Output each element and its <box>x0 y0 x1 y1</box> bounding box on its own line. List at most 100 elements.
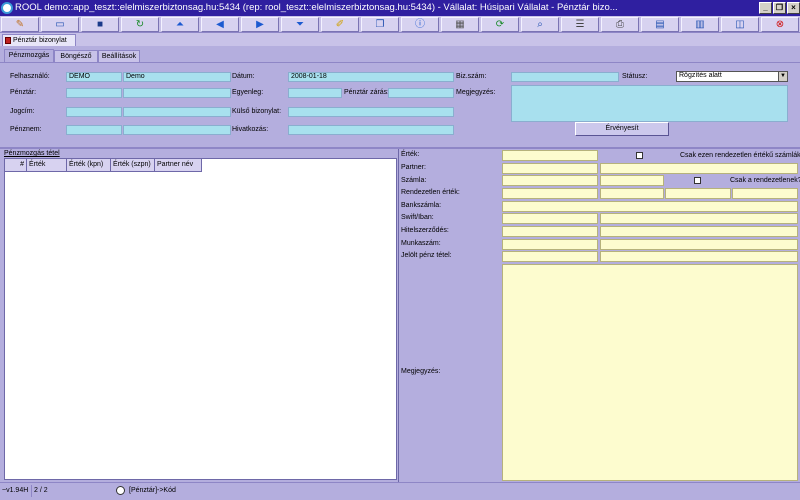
status-bar: ~v1.94H 2 / 2 [Pénztár]->Kód <box>0 482 800 500</box>
first-record-button[interactable]: ⏶ <box>161 17 199 32</box>
felhasznalo-name-field[interactable]: Demo <box>123 72 231 82</box>
penznem-name-field[interactable] <box>123 125 231 135</box>
felhasznalo-label: Felhasználó: <box>10 73 50 80</box>
csak-ezen-checkbox[interactable] <box>636 152 643 159</box>
egyenleg-field[interactable] <box>288 88 342 98</box>
copy-icon: ❐ <box>375 18 385 30</box>
hitelszerzodes-name-field[interactable] <box>600 226 798 237</box>
penztar-code-field[interactable] <box>66 88 122 98</box>
partner-code-field[interactable] <box>502 163 598 174</box>
print-button[interactable]: ⎙ <box>601 17 639 32</box>
list-button[interactable]: ☰ <box>561 17 599 32</box>
penztar-name-field[interactable] <box>123 88 231 98</box>
toolbar: ✎ ▭ ■ ↻ ⏶ ◀ ▶ ⏷ ✐ ❐ ⓘ ▦ ⟳ ⌕ ☰ ⎙ ▤ ▥ ◫ ⊗ <box>0 16 800 33</box>
rendezetlen-label: Rendezetlen érték: <box>401 189 460 196</box>
export-button[interactable]: ▥ <box>681 17 719 32</box>
szamla-code-field[interactable] <box>502 175 598 186</box>
jogcim-code-field[interactable] <box>66 107 122 117</box>
statusz-select[interactable]: Rögzítés alatt ▼ <box>676 71 788 82</box>
grid-header-ertek-kpn[interactable]: Érték (kpn) <box>67 159 111 172</box>
minimize-button[interactable]: _ <box>759 2 772 14</box>
szamla-name-field[interactable] <box>600 175 664 186</box>
munkaszam-code-field[interactable] <box>502 239 598 250</box>
sync-button[interactable]: ⟳ <box>481 17 519 32</box>
refresh-button[interactable]: ↻ <box>121 17 159 32</box>
munkaszam-name-field[interactable] <box>600 239 798 250</box>
tab-bongeszo[interactable]: Böngésző <box>54 50 98 62</box>
megjegyzes-detail-label: Megjegyzés: <box>401 368 441 375</box>
ertek-label: Érték: <box>401 151 420 158</box>
tetel-grid[interactable]: # Érték Érték (kpn) Érték (szpn) Partner… <box>4 158 397 480</box>
rendezetlen-field-3[interactable] <box>665 188 731 199</box>
window-button[interactable]: ◫ <box>721 17 759 32</box>
munkaszam-label: Munkaszám: <box>401 240 441 247</box>
sync-icon: ⟳ <box>495 18 505 30</box>
jogcim-name-field[interactable] <box>123 107 231 117</box>
megjegyzes-label: Megjegyzés: <box>456 89 496 96</box>
felhasznalo-code-field[interactable]: DEMO <box>66 72 122 82</box>
chevron-down-icon[interactable]: ▼ <box>778 72 787 81</box>
rendezetlen-field-4[interactable] <box>732 188 798 199</box>
close-button[interactable]: × <box>787 2 800 14</box>
stop-button[interactable]: ⊗ <box>761 17 799 32</box>
prev-record-button[interactable]: ◀ <box>201 17 239 32</box>
penztar-zaras-label: Pénztár zárás: <box>344 89 390 96</box>
penztar-zaras-field[interactable] <box>388 88 454 98</box>
info-button[interactable]: ⓘ <box>401 17 439 32</box>
ertek-field[interactable] <box>502 150 598 161</box>
jelolt-label: Jelölt pénz tétel: <box>401 252 452 259</box>
ervenyesit-button[interactable]: Érvényesít <box>575 122 669 136</box>
swift-label: Swift/Iban: <box>401 214 434 221</box>
megjegyzes-detail-field[interactable] <box>502 264 798 481</box>
search-button[interactable]: ⌕ <box>521 17 559 32</box>
grid-header-ertek[interactable]: Érték <box>27 159 67 172</box>
note-button[interactable]: ✐ <box>321 17 359 32</box>
grid-button[interactable]: ▤ <box>641 17 679 32</box>
calendar-button[interactable]: ▦ <box>441 17 479 32</box>
partner-name-field[interactable] <box>600 163 798 174</box>
record-counter: 2 / 2 <box>31 485 111 497</box>
csak-a-label: Csak a rendezetlenek? <box>730 177 800 184</box>
document-tab[interactable]: Pénztár bizonylat <box>2 34 76 46</box>
hitelszerzodes-code-field[interactable] <box>502 226 598 237</box>
grid-header-ertek-szpn[interactable]: Érték (szpn) <box>111 159 155 172</box>
grid-icon: ▤ <box>655 18 665 30</box>
megjegyzes-field[interactable] <box>511 85 788 122</box>
tab-beallitasok[interactable]: Beállítások <box>98 50 140 62</box>
print-icon: ⎙ <box>616 18 624 30</box>
calendar-icon: ▦ <box>455 18 465 30</box>
grid-header-partner-nev[interactable]: Partner név <box>155 159 202 172</box>
jelolt-name-field[interactable] <box>600 251 798 262</box>
kulso-bizonylat-field[interactable] <box>288 107 454 117</box>
penznem-code-field[interactable] <box>66 125 122 135</box>
save-button[interactable]: ■ <box>81 17 119 32</box>
grid-header-num[interactable]: # <box>5 159 27 172</box>
tab-penzmozgas[interactable]: Pénzmozgás <box>4 49 54 62</box>
open-button[interactable]: ▭ <box>41 17 79 32</box>
next-record-button[interactable]: ▶ <box>241 17 279 32</box>
path-radio[interactable] <box>116 486 125 495</box>
bankszamla-field[interactable] <box>502 201 798 212</box>
rendezetlen-field-1[interactable] <box>502 188 598 199</box>
penznem-label: Pénznem: <box>10 126 42 133</box>
jelolt-code-field[interactable] <box>502 251 598 262</box>
csak-a-checkbox[interactable] <box>694 177 701 184</box>
stop-icon: ⊗ <box>775 18 785 30</box>
hivatkozas-field[interactable] <box>288 125 454 135</box>
title-bar: ROOL demo::app_teszt::elelmiszerbiztonsa… <box>0 0 800 16</box>
swift-field[interactable] <box>502 213 598 224</box>
datum-label: Dátum: <box>232 73 255 80</box>
edit-button[interactable]: ✎ <box>1 17 39 32</box>
datum-field[interactable]: 2008-01-18 <box>288 72 454 82</box>
last-record-icon: ⏷ <box>296 18 304 30</box>
list-icon: ☰ <box>575 18 585 30</box>
sub-tab-bar: Pénzmozgás Böngésző Beállítások <box>0 48 800 62</box>
copy-button[interactable]: ❐ <box>361 17 399 32</box>
edit-icon: ✎ <box>15 18 25 30</box>
restore-button[interactable]: ❐ <box>773 2 786 14</box>
last-record-button[interactable]: ⏷ <box>281 17 319 32</box>
iban-field[interactable] <box>600 213 798 224</box>
rendezetlen-field-2[interactable] <box>600 188 664 199</box>
biz-szam-field[interactable] <box>511 72 619 82</box>
window-icon: ◫ <box>735 18 745 30</box>
